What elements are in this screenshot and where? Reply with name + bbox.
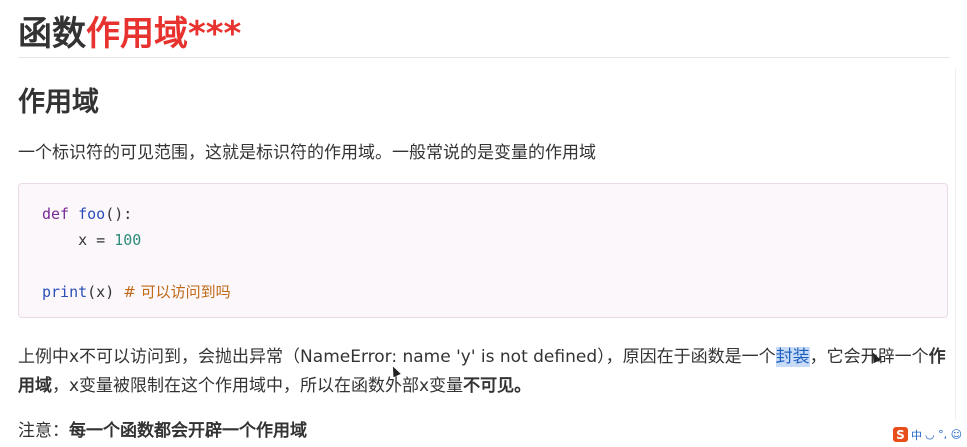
title-prefix: 函数 [18,14,86,54]
intro-paragraph: 一个标识符的可见范围，这就是标识符的作用域。一般常说的是变量的作用域 [18,143,596,163]
code-number: 100 [114,231,142,249]
code-text: (x) [87,283,124,301]
section-heading: 作用域 [18,87,99,118]
note-text: 每一个函数都会开辟一个作用域 [69,421,307,441]
page-title: 函数作用域*** [18,6,241,55]
code-block: def foo(): x = 100 print(x) # 可以访问到吗 [18,183,948,318]
sogou-logo-icon[interactable]: S [893,427,908,442]
title-divider [18,57,950,58]
code-text: (): [105,205,133,223]
title-suffix: *** [188,14,242,54]
code-comment: # 可以访问到吗 [123,283,231,301]
note-paragraph: 注意：每一个函数都会开辟一个作用域 [18,416,307,441]
title-highlight: 作用域 [86,14,188,54]
explanation-paragraph: 上例中x不可以访问到，会抛出异常（NameError: name 'y' is … [18,343,948,401]
code-keyword: def [42,205,70,223]
ime-tools-icon[interactable]: ◡ °, ☺ [925,428,962,441]
code-function-call: print [42,283,88,301]
code-content: def foo(): x = 100 print(x) # 可以访问到吗 [42,201,231,305]
ime-mode[interactable]: 中 [911,427,922,443]
code-text: x = [42,231,115,249]
ime-toolbar[interactable]: S 中 ◡ °, ☺ [893,426,963,443]
scrollbar-track[interactable] [955,68,962,420]
explain-bold: 不可见。 [463,376,532,396]
selected-text[interactable]: 封装 [775,347,810,367]
code-function-name: foo [78,205,106,223]
explain-text: 上例中x不可以访问到，会抛出异常（NameError: name 'y' is … [18,347,776,367]
explain-text: ，x变量被限制在这个作用域中，所以在函数外部x变量 [52,376,464,396]
explain-text: ，它会开辟一个 [809,347,929,367]
note-label: 注意： [18,421,69,441]
